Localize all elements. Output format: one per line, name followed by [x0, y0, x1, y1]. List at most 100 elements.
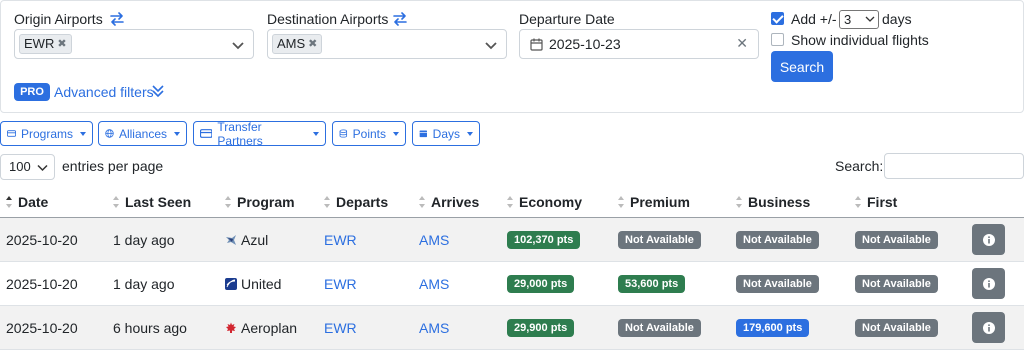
chevron-down-icon[interactable]: [484, 38, 498, 52]
page-length-select[interactable]: 100: [0, 154, 55, 180]
arrives-link[interactable]: AMS: [419, 320, 449, 336]
info-icon: [982, 321, 995, 334]
destination-select[interactable]: AMS ✖: [267, 29, 507, 59]
first-badge: Not Available: [855, 231, 938, 249]
sort-icon: [618, 196, 624, 208]
program-cell: Azul: [225, 232, 268, 248]
departure-label: Departure Date: [519, 11, 615, 27]
economy-badge: 102,370 pts: [507, 231, 581, 249]
table-row: 2025-10-20 1 day ago Azul EWR AMS 102,37…: [0, 218, 1024, 262]
last-seen-cell: 6 hours ago: [113, 320, 187, 336]
destination-chip-label: AMS: [277, 36, 306, 51]
sort-asc-icon: [6, 196, 12, 208]
days-filter-button[interactable]: Days: [412, 121, 480, 146]
add-days-label: Add +/-: [791, 11, 837, 27]
program-cell: United: [225, 276, 281, 292]
advanced-filters-link[interactable]: Advanced filters: [54, 84, 154, 100]
coins-icon: [339, 129, 348, 138]
column-header-program[interactable]: Program: [225, 194, 295, 210]
business-badge: Not Available: [736, 231, 819, 249]
programs-filter-button[interactable]: Programs: [0, 121, 93, 146]
clear-icon[interactable]: ✕: [736, 35, 748, 52]
column-header-first[interactable]: First: [855, 194, 897, 210]
search-button[interactable]: Search: [771, 51, 833, 82]
date-cell: 2025-10-20: [6, 232, 78, 248]
departs-link[interactable]: EWR: [324, 232, 357, 248]
sort-icon: [419, 196, 425, 208]
add-days-select[interactable]: 3: [839, 10, 879, 29]
destination-chip: AMS ✖: [272, 34, 323, 54]
program-name: Aeroplan: [241, 320, 298, 336]
column-header-date[interactable]: Date: [6, 194, 48, 210]
date-cell: 2025-10-20: [6, 276, 78, 292]
arrives-link[interactable]: AMS: [419, 232, 449, 248]
swap-icon[interactable]: [392, 12, 408, 26]
remove-chip-icon[interactable]: ✖: [308, 35, 317, 53]
swap-icon[interactable]: [109, 12, 125, 26]
column-header-label: First: [867, 194, 898, 210]
date-cell: 2025-10-20: [6, 320, 78, 336]
entries-per-page-label: entries per page: [62, 158, 164, 174]
column-header-label: Economy: [519, 194, 583, 210]
page-length-value: 100: [9, 159, 31, 174]
arrives-link[interactable]: AMS: [419, 276, 449, 292]
departs-link[interactable]: EWR: [324, 320, 357, 336]
show-individual-checkbox[interactable]: [771, 33, 784, 46]
info-button[interactable]: [972, 268, 1005, 299]
sort-icon: [736, 196, 742, 208]
column-header-business[interactable]: Business: [736, 194, 810, 210]
transfer-partners-filter-button[interactable]: Transfer Partners: [193, 119, 326, 148]
sort-icon: [113, 196, 119, 208]
departs-link[interactable]: EWR: [324, 276, 357, 292]
aeroplan-logo-icon: [226, 322, 236, 333]
card-icon: [7, 130, 16, 137]
premium-badge: Not Available: [618, 231, 701, 249]
column-header-last-seen[interactable]: Last Seen: [113, 194, 191, 210]
points-filter-button[interactable]: Points: [332, 121, 406, 146]
departure-date-input[interactable]: 2025-10-23 ✕: [519, 29, 759, 59]
globe-icon: [105, 129, 114, 138]
table-row: 2025-10-20 1 day ago United EWR AMS 29,0…: [0, 262, 1024, 306]
pro-badge: PRO: [14, 83, 50, 101]
economy-badge: 29,000 pts: [507, 275, 575, 293]
column-header-departs[interactable]: Departs: [324, 194, 388, 210]
sort-icon: [324, 196, 330, 208]
remove-chip-icon[interactable]: ✖: [57, 35, 66, 53]
column-header-economy[interactable]: Economy: [507, 194, 582, 210]
business-badge: Not Available: [736, 275, 819, 293]
chevron-down-icon: [37, 164, 48, 172]
add-days-value: 3: [844, 12, 852, 27]
info-button[interactable]: [972, 312, 1005, 343]
table-search-input[interactable]: [884, 153, 1024, 179]
days-label: days: [882, 11, 912, 27]
first-badge: Not Available: [855, 275, 938, 293]
programs-filter-label: Programs: [20, 126, 73, 141]
alliances-filter-button[interactable]: Alliances: [98, 121, 187, 146]
origin-label: Origin Airports: [14, 11, 103, 27]
add-days-checkbox[interactable]: [771, 12, 784, 25]
azul-logo-icon: [226, 235, 236, 245]
program-cell: Aeroplan: [225, 320, 297, 336]
chevron-down-icon[interactable]: [231, 38, 245, 52]
sort-icon: [225, 196, 231, 208]
last-seen-cell: 1 day ago: [113, 276, 175, 292]
search-panel: Origin Airports EWR ✖ Destination Airpor…: [0, 0, 1024, 113]
united-logo-icon: [225, 278, 237, 290]
economy-badge: 29,900 pts: [507, 319, 575, 337]
column-header-label: Departs: [336, 194, 389, 210]
origin-select[interactable]: EWR ✖: [14, 29, 254, 59]
alliances-filter-label: Alliances: [118, 126, 167, 141]
column-header-arrives[interactable]: Arrives: [419, 194, 479, 210]
sort-icon: [855, 196, 861, 208]
transfer-partners-filter-label: Transfer Partners: [217, 119, 263, 148]
origin-chip-label: EWR: [24, 36, 55, 51]
premium-badge: 53,600 pts: [618, 275, 686, 293]
premium-badge: Not Available: [618, 319, 701, 337]
column-header-premium[interactable]: Premium: [618, 194, 690, 210]
show-individual-label: Show individual flights: [791, 32, 929, 48]
double-chevron-down-icon[interactable]: [151, 84, 165, 98]
chevron-down-icon: [865, 16, 875, 22]
info-button[interactable]: [972, 224, 1005, 255]
program-name: Azul: [241, 232, 269, 248]
points-filter-label: Points: [352, 126, 386, 141]
